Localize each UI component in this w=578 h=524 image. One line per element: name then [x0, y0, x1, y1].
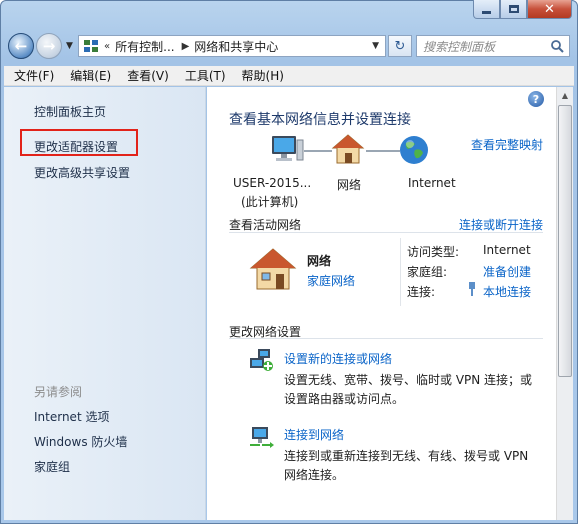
sidebar-change-adapter-settings[interactable]: 更改适配器设置 — [34, 138, 118, 155]
sidebar-homegroup[interactable]: 家庭组 — [34, 458, 70, 475]
menu-view[interactable]: 查看(V) — [117, 67, 175, 84]
setup-new-connection-description: 设置无线、宽带、拨号、临时或 VPN 连接；或设置路由器或访问点。 — [284, 373, 533, 406]
address-dropdown-icon[interactable]: ▼ — [372, 41, 379, 51]
navigation-bar: ← → ▼ « 所有控制... ▶ 网络和共享中心 ▼ ↻ 搜索控制面板 — [8, 30, 570, 62]
breadcrumb-control-panel[interactable]: 所有控制... — [115, 38, 174, 55]
active-networks-heading: 查看活动网络 — [229, 218, 302, 232]
close-icon: ✕ — [544, 1, 555, 17]
refresh-button[interactable]: ↻ — [388, 35, 412, 57]
menu-tools[interactable]: 工具(T) — [175, 67, 232, 84]
scroll-up-icon[interactable]: ▲ — [557, 87, 573, 103]
local-connection-link[interactable]: 本地连接 — [483, 283, 531, 300]
map-network-label: 网络 — [337, 178, 362, 192]
vertical-scrollbar[interactable]: ▲ — [556, 87, 573, 520]
control-panel-icon — [83, 39, 99, 53]
back-button[interactable]: ← — [8, 33, 34, 59]
refresh-icon: ↻ — [394, 38, 406, 54]
map-internet-label: Internet — [408, 176, 456, 190]
homegroup-value-link[interactable]: 准备创建 — [483, 263, 531, 280]
sidebar-windows-firewall[interactable]: Windows 防火墙 — [34, 433, 127, 450]
sidebar: 控制面板主页 更改适配器设置 更改高级共享设置 另请参阅 Internet 选项… — [4, 87, 206, 520]
forward-button[interactable]: → — [36, 33, 62, 59]
connect-to-network-description: 连接到或重新连接到无线、有线、拨号或 VPN 网络连接。 — [284, 449, 529, 482]
computer-icon — [268, 134, 304, 169]
sidebar-change-advanced-sharing[interactable]: 更改高级共享设置 — [34, 164, 130, 181]
address-overflow[interactable]: « — [104, 41, 110, 52]
help-icon[interactable]: ? — [528, 91, 544, 107]
active-network-name: 网络 — [307, 254, 332, 268]
homegroup-label: 家庭组: — [407, 265, 448, 279]
view-full-map-link[interactable]: 查看完整映射 — [471, 136, 543, 153]
scroll-thumb[interactable] — [558, 105, 572, 377]
connect-disconnect-link[interactable]: 连接或断开连接 — [459, 216, 543, 233]
menu-bar: 文件(F) 编辑(E) 查看(V) 工具(T) 帮助(H) — [4, 66, 574, 86]
home-icon — [248, 246, 298, 295]
map-link-line — [304, 150, 332, 152]
sidebar-internet-options[interactable]: Internet 选项 — [34, 408, 109, 425]
section-divider-2 — [229, 338, 543, 339]
sidebar-control-panel-home[interactable]: 控制面板主页 — [34, 103, 106, 120]
back-arrow-icon: ← — [14, 37, 28, 55]
close-button[interactable]: ✕ — [527, 0, 572, 19]
forward-arrow-icon: → — [42, 37, 56, 55]
menu-help[interactable]: 帮助(H) — [232, 67, 290, 84]
section-divider — [229, 232, 543, 233]
network-type-link[interactable]: 家庭网络 — [307, 272, 355, 289]
ethernet-icon — [467, 282, 477, 299]
connect-to-network-icon — [248, 423, 274, 452]
map-link-line-2 — [366, 150, 400, 152]
connections-label: 连接: — [407, 285, 436, 299]
new-connection-icon — [248, 346, 274, 375]
home-network-icon — [331, 133, 365, 168]
map-computer-sublabel: (此计算机) — [241, 195, 299, 209]
internet-globe-icon — [398, 134, 430, 169]
minimize-icon — [482, 10, 491, 14]
minimize-button[interactable] — [473, 0, 500, 19]
page-title: 查看基本网络信息并设置连接 — [229, 112, 411, 128]
see-also-heading: 另请参阅 — [34, 385, 83, 399]
access-type-value: Internet — [483, 243, 531, 257]
map-computer-label: USER-2015... — [233, 176, 312, 190]
breadcrumb-network-center[interactable]: 网络和共享中心 — [194, 38, 278, 55]
search-icon[interactable] — [550, 39, 564, 56]
vertical-divider — [400, 238, 401, 306]
search-input[interactable]: 搜索控制面板 — [416, 35, 570, 57]
maximize-icon — [508, 5, 519, 13]
address-bar[interactable]: « 所有控制... ▶ 网络和共享中心 ▼ — [78, 35, 386, 57]
access-type-label: 访问类型: — [407, 245, 460, 259]
menu-edit[interactable]: 编辑(E) — [60, 67, 117, 84]
setup-new-connection-link[interactable]: 设置新的连接或网络 — [284, 350, 392, 367]
window-controls: ✕ — [473, 0, 572, 19]
menu-file[interactable]: 文件(F) — [4, 67, 60, 84]
maximize-button[interactable] — [500, 0, 527, 19]
connect-to-network-link[interactable]: 连接到网络 — [284, 426, 344, 443]
breadcrumb-separator-icon[interactable]: ▶ — [182, 41, 190, 52]
recent-pages-dropdown-icon[interactable]: ▼ — [66, 41, 73, 51]
search-placeholder: 搜索控制面板 — [423, 39, 496, 54]
